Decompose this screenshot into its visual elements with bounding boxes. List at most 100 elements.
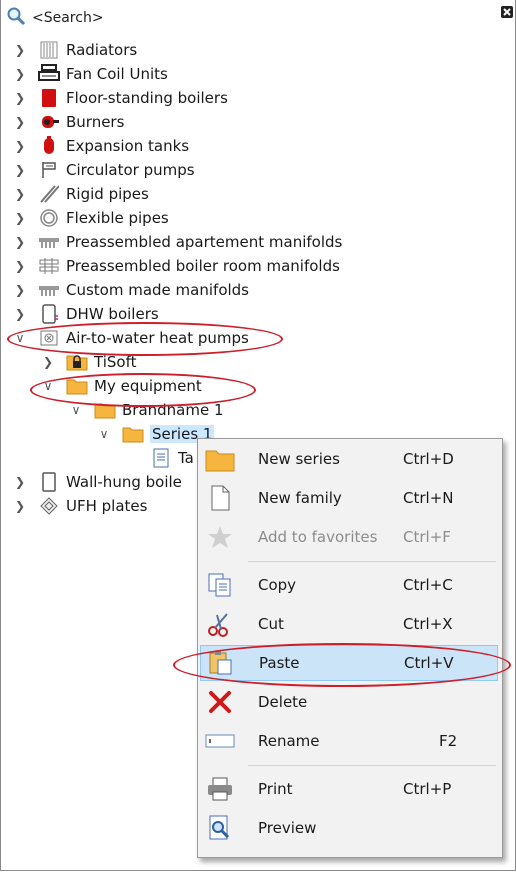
menu-item-label: New series	[258, 450, 340, 468]
tree-item-custom-manifolds[interactable]: ❯ Custom made manifolds	[14, 278, 249, 302]
menu-item-preview[interactable]: Preview	[200, 810, 498, 846]
menu-separator	[248, 765, 496, 766]
rename-icon	[200, 731, 240, 751]
tree-item-leaf[interactable]: Ta	[138, 446, 194, 470]
chevron-right-icon[interactable]: ❯	[42, 355, 54, 369]
rigid-pipe-icon	[38, 183, 60, 205]
menu-item-shortcut: Ctrl+D	[403, 450, 454, 468]
printer-icon	[200, 776, 240, 802]
tree-item-label: Brandname 1	[122, 401, 224, 419]
tree-item-label: Expansion tanks	[66, 137, 190, 155]
chevron-right-icon[interactable]: ❯	[14, 67, 26, 81]
tree-item-label: Flexible pipes	[66, 209, 169, 227]
menu-item-rename[interactable]: Rename F2	[200, 723, 498, 759]
paste-icon	[201, 650, 241, 676]
chevron-right-icon[interactable]: ❯	[14, 499, 26, 513]
tree-item-label: Fan Coil Units	[66, 65, 168, 83]
manifold-icon	[38, 231, 60, 253]
tree-item-expansion-tanks[interactable]: ❯ Expansion tanks	[14, 134, 189, 158]
menu-item-shortcut: Ctrl+V	[404, 654, 454, 672]
document-icon	[200, 485, 240, 511]
tree-item-flexible-pipes[interactable]: ❯ Flexible pipes	[14, 206, 169, 230]
tree-item-label: Wall-hung boile	[66, 473, 182, 491]
close-panel-icon[interactable]	[500, 4, 514, 24]
chevron-right-icon[interactable]: ❯	[14, 475, 26, 489]
ufh-plate-icon	[38, 495, 60, 517]
tree-item-wall-hung-boilers[interactable]: ❯ Wall-hung boile	[14, 470, 182, 494]
folder-icon	[94, 399, 116, 421]
chevron-right-icon[interactable]: ❯	[14, 91, 26, 105]
document-icon	[150, 447, 172, 469]
chevron-right-icon[interactable]: ❯	[14, 235, 26, 249]
radiator-icon	[38, 39, 60, 61]
chevron-right-icon[interactable]: ❯	[14, 307, 26, 321]
tree-item-label: Floor-standing boilers	[66, 89, 228, 107]
menu-item-label: New family	[258, 489, 342, 507]
tree-item-fan-coil-units[interactable]: ❯ Fan Coil Units	[14, 62, 168, 86]
menu-item-cut[interactable]: Cut Ctrl+X	[200, 606, 498, 642]
folder-icon	[122, 423, 144, 445]
burner-icon	[38, 111, 60, 133]
chevron-right-icon[interactable]: ❯	[14, 187, 26, 201]
tree-item-label: Radiators	[66, 41, 138, 59]
tree-item-ufh-plates[interactable]: ❯ UFH plates	[14, 494, 148, 518]
menu-item-label: Rename	[258, 732, 320, 750]
tree-item-label: Preassembled apartement manifolds	[66, 233, 343, 251]
chevron-down-icon[interactable]: ∨	[14, 331, 26, 345]
menu-separator	[248, 561, 496, 562]
tree-item-apartment-manifolds[interactable]: ❯ Preassembled apartement manifolds	[14, 230, 342, 254]
tree-item-label: My equipment	[94, 377, 202, 395]
menu-item-shortcut: Ctrl+C	[403, 576, 453, 594]
folder-icon	[200, 446, 240, 472]
menu-item-shortcut: Ctrl+F	[403, 528, 451, 546]
chevron-right-icon[interactable]: ❯	[14, 163, 26, 177]
chevron-right-icon[interactable]: ❯	[14, 211, 26, 225]
search-label[interactable]: <Search>	[32, 10, 104, 26]
tree-item-rigid-pipes[interactable]: ❯ Rigid pipes	[14, 182, 149, 206]
boiler-manifold-icon	[38, 255, 60, 277]
chevron-down-icon[interactable]: ∨	[42, 379, 54, 393]
tree-item-circulator-pumps[interactable]: ❯ Circulator pumps	[14, 158, 195, 182]
tree-item-burners[interactable]: ❯ Burners	[14, 110, 124, 134]
menu-item-paste[interactable]: Paste Ctrl+V	[200, 645, 498, 681]
chevron-right-icon[interactable]: ❯	[14, 139, 26, 153]
pump-icon	[38, 159, 60, 181]
tree-item-boiler-room-manifolds[interactable]: ❯ Preassembled boiler room manifolds	[14, 254, 340, 278]
tree-item-radiators[interactable]: ❯ Radiators	[14, 38, 137, 62]
menu-item-copy[interactable]: Copy Ctrl+C	[200, 567, 498, 603]
tree-item-heat-pumps[interactable]: ∨ Air-to-water heat pumps	[14, 326, 249, 350]
tree-item-tisoft[interactable]: ❯ TiSoft	[42, 350, 137, 374]
menu-item-label: Print	[258, 780, 293, 798]
tree-item-label: UFH plates	[66, 497, 148, 515]
menu-item-shortcut: Ctrl+P	[403, 780, 452, 798]
chevron-down-icon[interactable]: ∨	[70, 403, 82, 417]
chevron-down-icon[interactable]: ∨	[98, 427, 110, 441]
tree-item-label: TiSoft	[94, 353, 137, 371]
wall-boiler-icon	[38, 471, 60, 493]
tree-item-dhw-boilers[interactable]: ❯ DHW boilers	[14, 302, 159, 326]
tree-item-my-equipment[interactable]: ∨ My equipment	[42, 374, 202, 398]
chevron-right-icon[interactable]: ❯	[14, 115, 26, 129]
star-icon	[200, 524, 240, 550]
tree-item-brandname[interactable]: ∨ Brandname 1	[70, 398, 224, 422]
menu-item-delete[interactable]: Delete	[200, 684, 498, 720]
flexible-pipe-icon	[38, 207, 60, 229]
menu-item-print[interactable]: Print Ctrl+P	[200, 771, 498, 807]
tree-item-floor-standing-boilers[interactable]: ❯ Floor-standing boilers	[14, 86, 228, 110]
tree-item-label: Preassembled boiler room manifolds	[66, 257, 340, 275]
dhw-boiler-icon	[38, 303, 60, 325]
menu-item-add-to-favorites[interactable]: Add to favorites Ctrl+F	[200, 519, 498, 555]
locked-folder-icon	[66, 351, 88, 373]
menu-item-new-series[interactable]: New series Ctrl+D	[200, 441, 498, 477]
chevron-right-icon[interactable]: ❯	[14, 283, 26, 297]
menu-item-new-family[interactable]: New family Ctrl+N	[200, 480, 498, 516]
tree-item-label: Circulator pumps	[66, 161, 195, 179]
tree-item-label: Rigid pipes	[66, 185, 149, 203]
search-bar[interactable]: <Search>	[6, 6, 104, 30]
menu-item-shortcut: F2	[439, 732, 458, 750]
menu-item-shortcut: Ctrl+N	[403, 489, 454, 507]
tree-item-label: Burners	[66, 113, 125, 131]
chevron-right-icon[interactable]: ❯	[14, 259, 26, 273]
chevron-right-icon[interactable]: ❯	[14, 43, 26, 57]
folder-icon	[66, 375, 88, 397]
